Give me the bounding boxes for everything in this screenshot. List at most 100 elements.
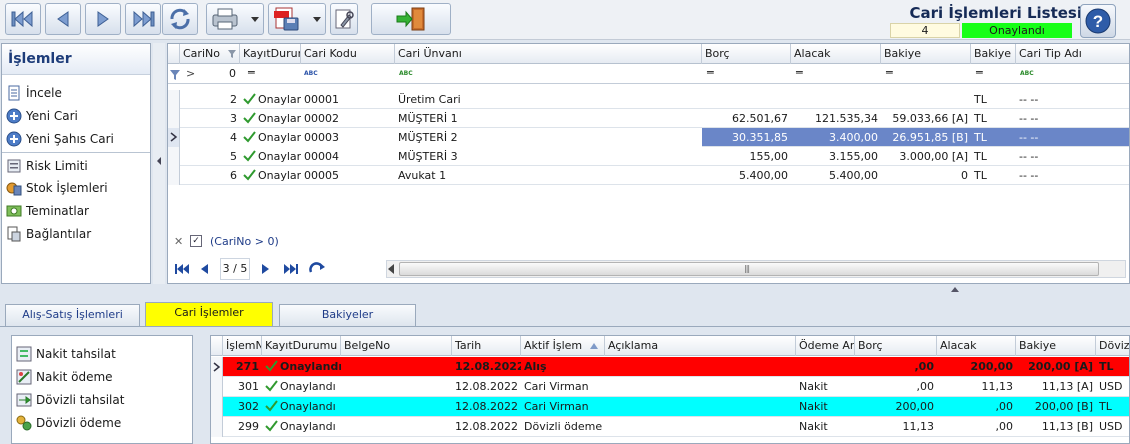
col-header-cari-unvani[interactable]: Cari Ünvanı: [395, 44, 702, 64]
table-row[interactable]: 302 Onaylandı 12.08.2022 1Cari Virman Nakit…: [211, 397, 1129, 417]
clear-filter-icon[interactable]: ✕: [174, 235, 183, 248]
row-selector[interactable]: [168, 166, 180, 185]
nav-last-icon[interactable]: [283, 262, 299, 276]
refresh-button[interactable]: [162, 3, 198, 35]
cash-in-icon: [16, 346, 32, 362]
add-icon: [6, 131, 22, 147]
col-header-cari-kodu[interactable]: Cari Kodu: [301, 44, 395, 64]
equals-filter-icon[interactable]: ═: [707, 66, 714, 79]
panel-splitter[interactable]: [153, 43, 165, 284]
table-row[interactable]: 6 Onaylar 00005 Avukat 1 5.400,00 5.400,00 0 TL…: [168, 166, 1129, 185]
col-header-aktif-islem[interactable]: Aktif İşlem: [521, 336, 605, 356]
sidebar-item-yeni-sahis-cari[interactable]: Yeni Şahıs Cari: [6, 129, 114, 149]
text-filter-icon[interactable]: ABC: [1020, 69, 1034, 78]
equals-filter-icon[interactable]: ═: [976, 66, 983, 79]
col-header-bakiye[interactable]: Bakiye: [1016, 336, 1096, 356]
filter-expression[interactable]: (CariNo > 0): [210, 235, 279, 248]
sidebar-item-risk-limiti[interactable]: Risk Limiti: [6, 156, 88, 176]
col-header-borc[interactable]: Borç: [855, 336, 937, 356]
cell-bakiye: 26.951,85 [B]: [892, 131, 968, 144]
horizontal-scrollbar[interactable]: |||: [386, 260, 1126, 278]
row-selector[interactable]: [168, 90, 180, 109]
cell-tip: -- --: [1019, 150, 1039, 163]
last-record-button[interactable]: [125, 3, 161, 35]
table-row[interactable]: 271 Onaylandı 12.08.2022 Alış ,00 200,00 200,0…: [211, 357, 1129, 377]
tab-bakiyeler[interactable]: Bakiyeler: [279, 304, 416, 326]
help-button[interactable]: ?: [1080, 4, 1116, 38]
table-row[interactable]: 2 Onaylar 00001 Üretim Cari TL -- --: [168, 90, 1129, 109]
nav-next-icon[interactable]: [260, 262, 272, 276]
tab-alis-satis[interactable]: Alış-Satış İşlemleri: [5, 304, 140, 326]
first-record-icon: [11, 10, 33, 28]
export-pdf-button[interactable]: [268, 3, 326, 35]
text-filter-icon[interactable]: ABC: [304, 69, 318, 78]
col-header-tarih[interactable]: Tarih: [452, 336, 521, 356]
row-selector[interactable]: [168, 147, 180, 166]
sidebar-item-label: İncele: [26, 86, 62, 100]
cell-carino: 2: [230, 93, 237, 106]
current-row-icon: [170, 132, 178, 142]
equals-filter-icon[interactable]: ═: [248, 66, 255, 79]
export-dropdown-icon[interactable]: [313, 17, 321, 22]
col-header-carino[interactable]: CariNo: [180, 44, 240, 64]
col-header-bakiye-d[interactable]: Bakiye D: [971, 44, 1016, 64]
col-header-alacak[interactable]: Alacak: [791, 44, 881, 64]
col-header-belgeno[interactable]: BelgeNo: [341, 336, 452, 356]
sidebar-item-teminatlar[interactable]: Teminatlar: [6, 201, 89, 221]
table-row[interactable]: 301 Onaylandı 12.08.2022 1Cari Virman Nakit…: [211, 377, 1129, 397]
collapse-up-icon[interactable]: [951, 287, 959, 292]
next-record-button[interactable]: [85, 3, 121, 35]
cell-tip: -- --: [1019, 112, 1039, 125]
row-selector[interactable]: [211, 377, 223, 397]
col-header-borc[interactable]: Borç: [702, 44, 791, 64]
action-nakit-odeme[interactable]: Nakit ödeme: [16, 367, 113, 387]
col-header-doviz[interactable]: Döviz: [1096, 336, 1129, 356]
action-nakit-tahsilat[interactable]: Nakit tahsilat: [16, 344, 116, 364]
table-row[interactable]: 3 Onaylar 00002 MÜŞTERİ 1 62.501,67 121.535,3…: [168, 109, 1129, 128]
row-selector[interactable]: [211, 417, 223, 437]
filter-carino-input[interactable]: 0: [180, 64, 240, 83]
table-row[interactable]: 4 Onaylar 00003 MÜŞTERİ 2 30.351,85 3.400,00 2…: [168, 128, 1129, 147]
scrollbar-thumb[interactable]: |||: [399, 262, 1099, 276]
first-record-button[interactable]: [5, 3, 41, 35]
cell-islem: Cari Virman: [524, 380, 589, 393]
print-button[interactable]: [206, 3, 264, 35]
nav-first-icon[interactable]: [174, 262, 190, 276]
col-header-aciklama[interactable]: Açıklama: [605, 336, 796, 356]
row-selector[interactable]: [168, 128, 180, 147]
exit-button[interactable]: [371, 3, 451, 35]
sidebar-item-baglantilar[interactable]: Bağlantılar: [6, 224, 91, 244]
col-header-alacak[interactable]: Alacak: [937, 336, 1016, 356]
previous-record-button[interactable]: [45, 3, 81, 35]
col-header-kayitdurumu[interactable]: KayıtDurumu: [240, 44, 301, 64]
nav-prev-icon[interactable]: [198, 262, 210, 276]
action-dovizli-odeme[interactable]: Dövizli ödeme: [16, 413, 121, 433]
col-header-odeme-araci[interactable]: Ödeme Aracı: [796, 336, 855, 356]
action-dovizli-tahsilat[interactable]: Dövizli tahsilat: [16, 390, 124, 410]
scroll-left-icon[interactable]: [388, 264, 394, 274]
col-header-kayitdurumu[interactable]: KayıtDurumu: [262, 336, 341, 356]
sidebar-item-incele[interactable]: İncele: [6, 83, 62, 103]
col-header-islemno[interactable]: İşlemNo: [223, 336, 262, 356]
col-header-cari-tip-adi[interactable]: Cari Tip Adı: [1016, 44, 1129, 64]
nav-refresh-icon[interactable]: [308, 262, 326, 276]
equals-filter-icon[interactable]: ═: [796, 66, 803, 79]
tools-button[interactable]: [330, 3, 358, 35]
cell-borc: 5.400,00: [739, 169, 788, 182]
col-header-bakiye[interactable]: Bakiye: [881, 44, 971, 64]
row-selector[interactable]: [168, 109, 180, 128]
sidebar-item-stok-islemleri[interactable]: Stok İşlemleri: [6, 178, 108, 198]
print-dropdown-icon[interactable]: [251, 17, 259, 22]
row-selector[interactable]: [211, 397, 223, 417]
sidebar-item-yeni-cari[interactable]: Yeni Cari: [6, 106, 78, 126]
filter-enable-checkbox[interactable]: ✓: [190, 235, 202, 247]
grid-navigator: 3 / 5 |||: [168, 254, 1129, 283]
table-row[interactable]: 299 Onaylandı 12.08.2022 1Dövizli ödeme Nak…: [211, 417, 1129, 437]
sidebar-item-label: Teminatlar: [26, 204, 89, 218]
text-filter-icon[interactable]: ABC: [399, 69, 413, 78]
equals-filter-icon[interactable]: ═: [886, 66, 893, 79]
cell-aciklama: [605, 357, 796, 377]
row-selector[interactable]: [211, 357, 223, 377]
table-row[interactable]: 5 Onaylar 00004 MÜŞTERİ 3 155,00 3.155,00 3.00…: [168, 147, 1129, 166]
tab-cari-islemler[interactable]: Cari İşlemler: [145, 302, 273, 326]
